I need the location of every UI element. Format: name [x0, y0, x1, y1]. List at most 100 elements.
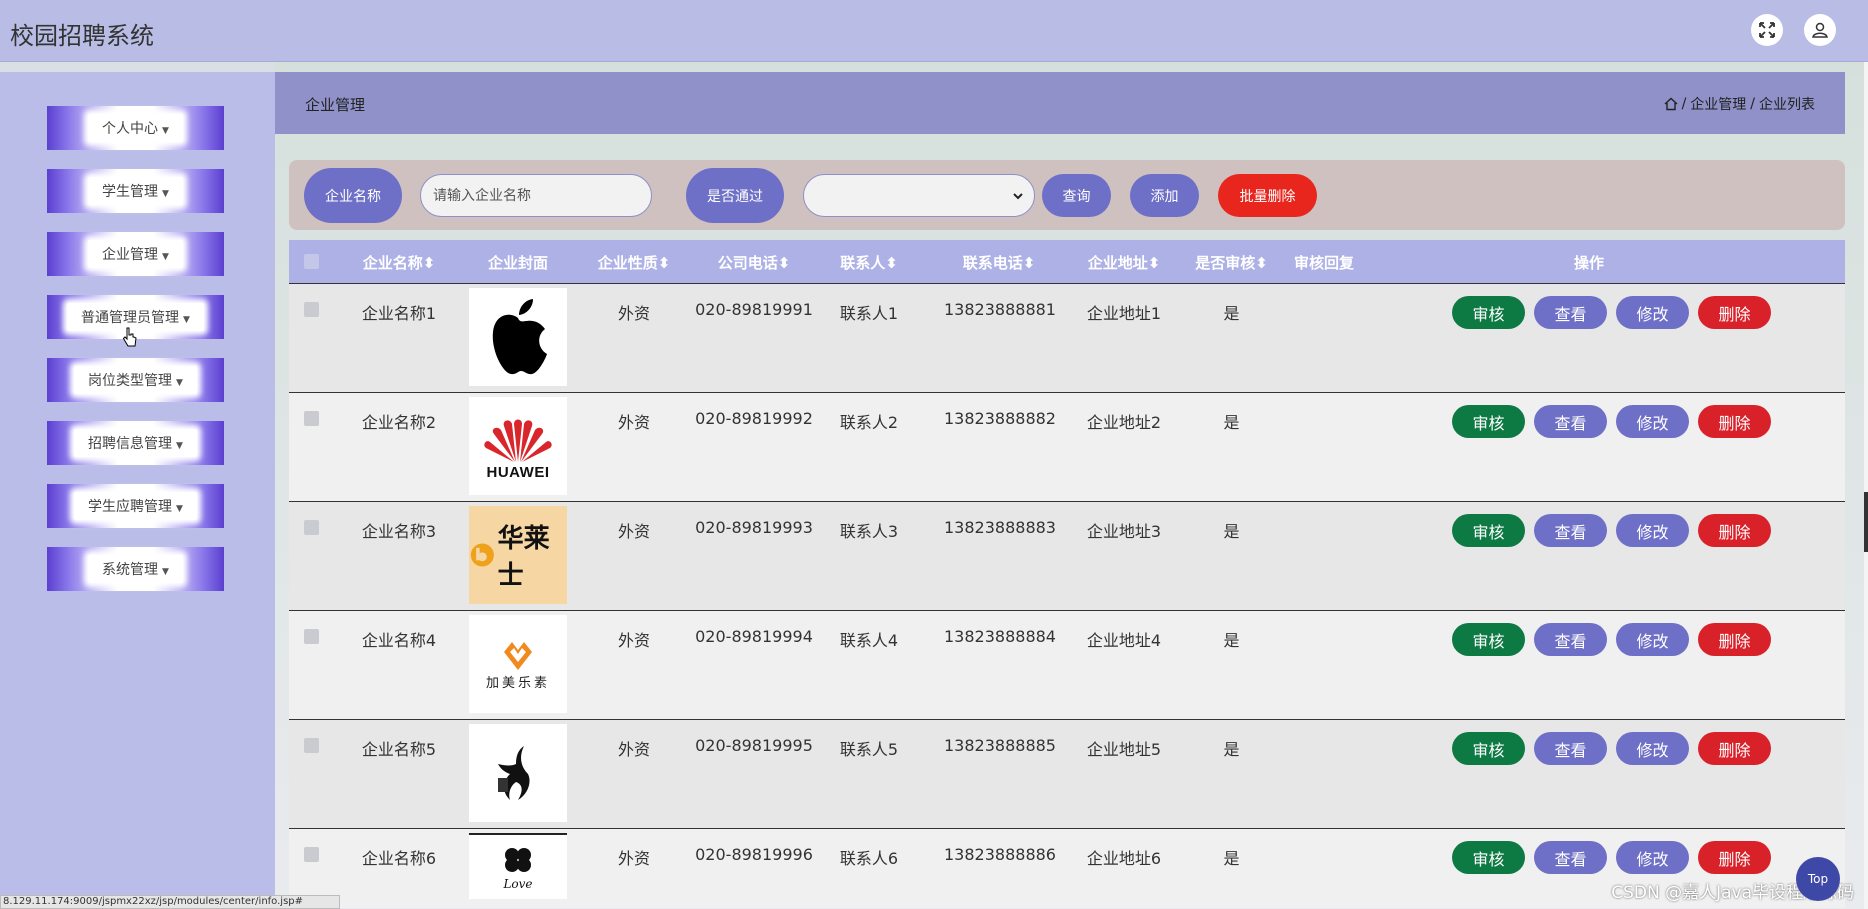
company-phone: 020-89819991	[695, 300, 813, 319]
add-button[interactable]: 添加	[1130, 174, 1199, 217]
column-header[interactable]: 企业地址⬍	[1079, 252, 1169, 273]
sidebar-item-label: 岗位类型管理	[88, 373, 173, 389]
huawei-logo-icon	[484, 419, 552, 462]
select-all-checkbox[interactable]	[304, 254, 319, 269]
edit-button[interactable]: 修改	[1616, 732, 1689, 765]
view-button[interactable]: 查看	[1534, 405, 1607, 438]
audit-button[interactable]: 审核	[1452, 405, 1525, 438]
page-scrollbar[interactable]	[1864, 62, 1868, 909]
scrollbar-thumb[interactable]	[1864, 492, 1868, 552]
table-row: 企业名称2 HUAWEI 外资 020-89819992 联系人2 138238…	[289, 392, 1845, 501]
view-button[interactable]: 查看	[1534, 296, 1607, 329]
company-name-input[interactable]	[420, 174, 652, 217]
delete-button[interactable]: 删除	[1698, 623, 1771, 656]
back-to-top-button[interactable]: Top	[1796, 857, 1840, 901]
sidebar-item-label: 普通管理员管理	[81, 310, 180, 326]
delete-button[interactable]: 删除	[1698, 841, 1771, 874]
clover-logo-text: Love	[503, 877, 533, 891]
sidebar: 个人中心 ▼ 学生管理 ▼ 企业管理 ▼ 普通管理员管理 ▼ 岗位类型管理 ▼ 招聘信息管…	[0, 72, 275, 909]
edit-button[interactable]: 修改	[1616, 841, 1689, 874]
status-bar-url: 8.129.11.174:9009/jspmx22xz/jsp/modules/…	[0, 895, 340, 909]
contact-person: 联系人3	[839, 522, 899, 541]
column-header[interactable]: 联系电话⬍	[944, 252, 1054, 273]
mouse-cursor-icon	[122, 327, 137, 347]
row-checkbox[interactable]	[304, 520, 319, 535]
company-cover-image	[469, 724, 567, 822]
batch-delete-button[interactable]: 批量删除	[1218, 174, 1317, 217]
fullscreen-button[interactable]	[1751, 14, 1783, 46]
edit-button[interactable]: 修改	[1616, 405, 1689, 438]
audit-button[interactable]: 审核	[1452, 514, 1525, 547]
column-header: 企业封面	[487, 254, 548, 272]
edit-button[interactable]: 修改	[1616, 514, 1689, 547]
caret-down-icon: ▼	[162, 126, 169, 136]
view-button[interactable]: 查看	[1534, 623, 1607, 656]
column-header[interactable]: 企业性质⬍	[589, 252, 679, 273]
company-name: 企业名称6	[361, 849, 437, 868]
sidebar-item-companies[interactable]: 企业管理 ▼	[47, 232, 224, 276]
delete-button[interactable]: 删除	[1698, 514, 1771, 547]
company-name: 企业名称1	[361, 304, 437, 323]
sidebar-item-applications[interactable]: 学生应聘管理 ▼	[47, 484, 224, 528]
edit-button[interactable]: 修改	[1616, 623, 1689, 656]
company-cover-image: HUAWEI	[469, 397, 567, 495]
row-checkbox[interactable]	[304, 738, 319, 753]
delete-button[interactable]: 删除	[1698, 296, 1771, 329]
breadcrumb-item[interactable]: 企业管理	[1690, 94, 1746, 114]
row-checkbox[interactable]	[304, 847, 319, 862]
company-phone: 020-89819993	[695, 518, 813, 537]
company-nature: 外资	[617, 740, 650, 759]
sidebar-item-system[interactable]: 系统管理 ▼	[47, 547, 224, 591]
query-button[interactable]: 查询	[1042, 174, 1111, 217]
contact-person: 联系人1	[839, 304, 899, 323]
row-checkbox[interactable]	[304, 302, 319, 317]
company-cover-image: 加美乐素	[469, 615, 567, 713]
sidebar-item-job-types[interactable]: 岗位类型管理 ▼	[47, 358, 224, 402]
bird-logo-icon	[498, 746, 530, 800]
view-button[interactable]: 查看	[1534, 514, 1607, 547]
company-name: 企业名称5	[361, 740, 437, 759]
audit-status: 是	[1223, 413, 1240, 432]
column-header[interactable]: 联系人⬍	[829, 252, 909, 273]
delete-button[interactable]: 删除	[1698, 405, 1771, 438]
company-nature: 外资	[617, 849, 650, 868]
company-nature: 外资	[617, 304, 650, 323]
company-phone: 020-89819995	[695, 736, 813, 755]
caret-down-icon: ▼	[162, 252, 169, 262]
row-checkbox[interactable]	[304, 411, 319, 426]
caret-down-icon: ▼	[162, 189, 169, 199]
user-menu-button[interactable]	[1804, 14, 1836, 46]
delete-button[interactable]: 删除	[1698, 732, 1771, 765]
view-button[interactable]: 查看	[1534, 841, 1607, 874]
audit-status: 是	[1223, 849, 1240, 868]
company-address: 企业地址6	[1086, 849, 1162, 868]
contact-person: 联系人4	[839, 631, 899, 650]
sidebar-item-personal-center[interactable]: 个人中心 ▼	[47, 106, 224, 150]
audit-button[interactable]: 审核	[1452, 841, 1525, 874]
audit-button[interactable]: 审核	[1452, 623, 1525, 656]
chevron-down-icon	[1013, 192, 1023, 199]
breadcrumb: / 企业管理 / 企业列表	[1664, 94, 1815, 114]
column-header[interactable]: 企业名称⬍	[349, 252, 449, 273]
breadcrumb-item-current: 企业列表	[1759, 97, 1815, 113]
column-header[interactable]: 是否审核⬍	[1189, 252, 1274, 273]
column-header[interactable]: 公司电话⬍	[694, 252, 814, 273]
jiameilesu-logo-text: 加美乐素	[485, 675, 550, 691]
edit-button[interactable]: 修改	[1616, 296, 1689, 329]
audit-status: 是	[1223, 304, 1240, 323]
table-row: 企业名称3 华莱士 外资 020-89819993 联系人3 138238888…	[289, 501, 1845, 610]
audit-button[interactable]: 审核	[1452, 732, 1525, 765]
audit-button[interactable]: 审核	[1452, 296, 1525, 329]
sort-icon: ⬍	[1147, 254, 1161, 272]
caret-down-icon: ▼	[176, 378, 183, 388]
sort-icon: ⬍	[885, 254, 898, 272]
view-button[interactable]: 查看	[1534, 732, 1607, 765]
company-address: 企业地址3	[1086, 522, 1162, 541]
sidebar-item-recruitment[interactable]: 招聘信息管理 ▼	[47, 421, 224, 465]
sidebar-item-label: 学生管理	[102, 184, 159, 200]
passed-select[interactable]	[803, 174, 1035, 217]
sidebar-item-students[interactable]: 学生管理 ▼	[47, 169, 224, 213]
contact-mobile: 13823888886	[944, 845, 1056, 864]
row-checkbox[interactable]	[304, 629, 319, 644]
home-icon[interactable]	[1664, 97, 1678, 111]
